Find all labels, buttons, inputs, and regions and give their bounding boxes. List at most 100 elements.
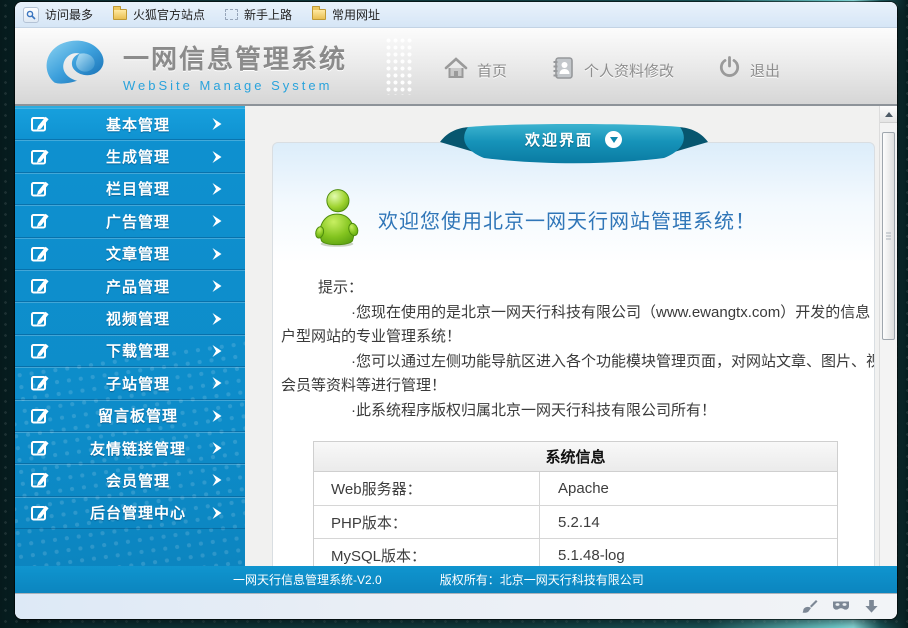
chevron-right-icon — [211, 312, 223, 326]
tip-line: ·此系统程序版权归属北京一网天行科技有限公司所有！ — [351, 399, 874, 424]
sidebar-item-products[interactable]: 产品管理 — [15, 270, 245, 302]
edit-icon — [30, 211, 50, 231]
chevron-right-icon — [211, 150, 223, 164]
bookmark-label: 访问最多 — [45, 6, 93, 23]
bookmarks-folder-icon — [225, 9, 238, 20]
edit-icon — [30, 179, 50, 199]
page-footer: 一网天行信息管理系统-V2.0 版权所有：北京一网天行科技有限公司 — [15, 566, 897, 593]
chevron-down-icon — [610, 137, 618, 143]
bookmark-firefox-official[interactable]: 火狐官方站点 — [113, 6, 205, 23]
tips-label: 提示： — [318, 276, 874, 301]
power-icon — [718, 56, 741, 84]
browser-status-bar — [15, 593, 897, 619]
chevron-right-icon — [211, 182, 223, 196]
app-subtitle: WebSite Manage System — [123, 78, 347, 93]
table-row: PHP版本： 5.2.14 — [314, 505, 837, 538]
welcome-heading: 欢迎您使用北京一网天行网站管理系统！ — [378, 205, 756, 234]
chevron-right-icon — [211, 214, 223, 228]
main-area: 基本管理 生成管理 栏目管理 广告管理 文章管理 — [15, 106, 897, 566]
welcome-panel: 欢迎界面 — [272, 142, 875, 566]
sidebar-item-friendly-links[interactable]: 友情链接管理 — [15, 432, 245, 464]
sidebar-item-articles[interactable]: 文章管理 — [15, 238, 245, 270]
bookmark-getting-started[interactable]: 新手上路 — [225, 6, 292, 23]
banner-title: 欢迎界面 — [525, 129, 593, 150]
dot-pattern-decoration — [385, 37, 412, 95]
nav-logout-label: 退出 — [750, 60, 780, 81]
profile-icon — [551, 56, 575, 85]
sidebar-item-generate[interactable]: 生成管理 — [15, 140, 245, 172]
sidebar-item-videos[interactable]: 视频管理 — [15, 302, 245, 334]
chevron-right-icon — [211, 344, 223, 358]
nav-profile-edit[interactable]: 个人资料修改 — [551, 56, 674, 85]
bookmarks-toolbar: 访问最多 火狐官方站点 新手上路 常用网址 — [15, 2, 897, 28]
app-title: 一网信息管理系统 — [123, 39, 347, 76]
scroll-up-icon — [885, 112, 893, 117]
chevron-right-icon — [211, 117, 223, 131]
edit-icon — [30, 503, 50, 523]
welcome-banner: 欢迎界面 — [438, 122, 710, 166]
edit-icon — [30, 470, 50, 490]
user-avatar-icon — [311, 187, 361, 252]
nav-home-label: 首页 — [477, 60, 507, 81]
row-value: 5.2.14 — [540, 506, 837, 538]
tip-line: ·您可以通过左侧功能导航区进入各个功能模块管理页面，对网站文章、图片、视 — [351, 350, 874, 375]
edit-icon — [30, 406, 50, 426]
edit-icon — [30, 114, 50, 134]
sidebar-item-columns[interactable]: 栏目管理 — [15, 173, 245, 205]
chevron-right-icon — [211, 473, 223, 487]
tip-line: ·您现在使用的是北京一网天行科技有限公司（www.ewangtx.com）开发的… — [351, 301, 874, 326]
sidebar-item-admin-center[interactable]: 后台管理中心 — [15, 497, 245, 529]
tip-line: 会员等资料等进行管理！ — [281, 374, 874, 399]
logo-text: 一网信息管理系统 WebSite Manage System — [123, 39, 347, 93]
logo-icon — [43, 36, 111, 97]
sidebar-menu: 基本管理 生成管理 栏目管理 广告管理 文章管理 — [15, 106, 245, 566]
logo: 一网信息管理系统 WebSite Manage System — [15, 36, 412, 97]
sidebar-item-subsites[interactable]: 子站管理 — [15, 367, 245, 399]
bookmark-label: 新手上路 — [244, 6, 292, 23]
sidebar-item-ads[interactable]: 广告管理 — [15, 205, 245, 237]
collapse-toggle[interactable] — [605, 131, 622, 148]
edit-icon — [30, 147, 50, 167]
edit-icon — [30, 373, 50, 393]
nav-home[interactable]: 首页 — [444, 57, 507, 84]
scrollbar-thumb[interactable] — [882, 132, 895, 340]
folder-icon — [113, 9, 127, 20]
bookmark-label: 常用网址 — [332, 6, 380, 23]
chevron-right-icon — [211, 376, 223, 390]
row-value: Apache — [540, 472, 837, 505]
edit-icon — [30, 438, 50, 458]
nav-logout[interactable]: 退出 — [718, 56, 780, 84]
bookmark-most-visited[interactable]: 访问最多 — [23, 6, 93, 23]
vertical-scrollbar[interactable] — [879, 106, 897, 566]
download-icon[interactable] — [864, 599, 879, 614]
edit-icon — [30, 309, 50, 329]
row-label: PHP版本： — [314, 506, 540, 538]
sidebar-item-guestbook[interactable]: 留言板管理 — [15, 400, 245, 432]
system-info-title: 系统信息 — [314, 442, 837, 472]
row-label: Web服务器： — [314, 472, 540, 505]
row-value: 5.1.48-log — [540, 539, 837, 566]
folder-icon — [312, 9, 326, 20]
scroll-up-button[interactable] — [880, 106, 897, 123]
bookmark-label: 火狐官方站点 — [133, 6, 205, 23]
sidebar-item-members[interactable]: 会员管理 — [15, 464, 245, 496]
tips-block: 提示： ·您现在使用的是北京一网天行科技有限公司（www.ewangtx.com… — [273, 276, 874, 423]
edit-icon — [30, 276, 50, 296]
header-nav: 首页 个人资料修改 退出 — [444, 56, 780, 85]
most-visited-icon — [23, 7, 39, 23]
content-area: 欢迎界面 — [245, 106, 897, 566]
browser-window: 访问最多 火狐官方站点 新手上路 常用网址 — [15, 2, 897, 619]
chevron-right-icon — [211, 279, 223, 293]
sidebar-item-downloads[interactable]: 下载管理 — [15, 335, 245, 367]
row-label: MySQL版本： — [314, 539, 540, 566]
chevron-right-icon — [211, 441, 223, 455]
chevron-right-icon — [211, 506, 223, 520]
chevron-right-icon — [211, 247, 223, 261]
footer-product: 一网天行信息管理系统-V2.0 — [233, 571, 382, 588]
brush-icon[interactable] — [801, 599, 818, 614]
sidebar-item-basic[interactable]: 基本管理 — [15, 108, 245, 140]
edit-icon — [30, 341, 50, 361]
mask-icon[interactable] — [832, 600, 850, 613]
tip-line: 户型网站的专业管理系统！ — [281, 325, 874, 350]
bookmark-common-sites[interactable]: 常用网址 — [312, 6, 380, 23]
